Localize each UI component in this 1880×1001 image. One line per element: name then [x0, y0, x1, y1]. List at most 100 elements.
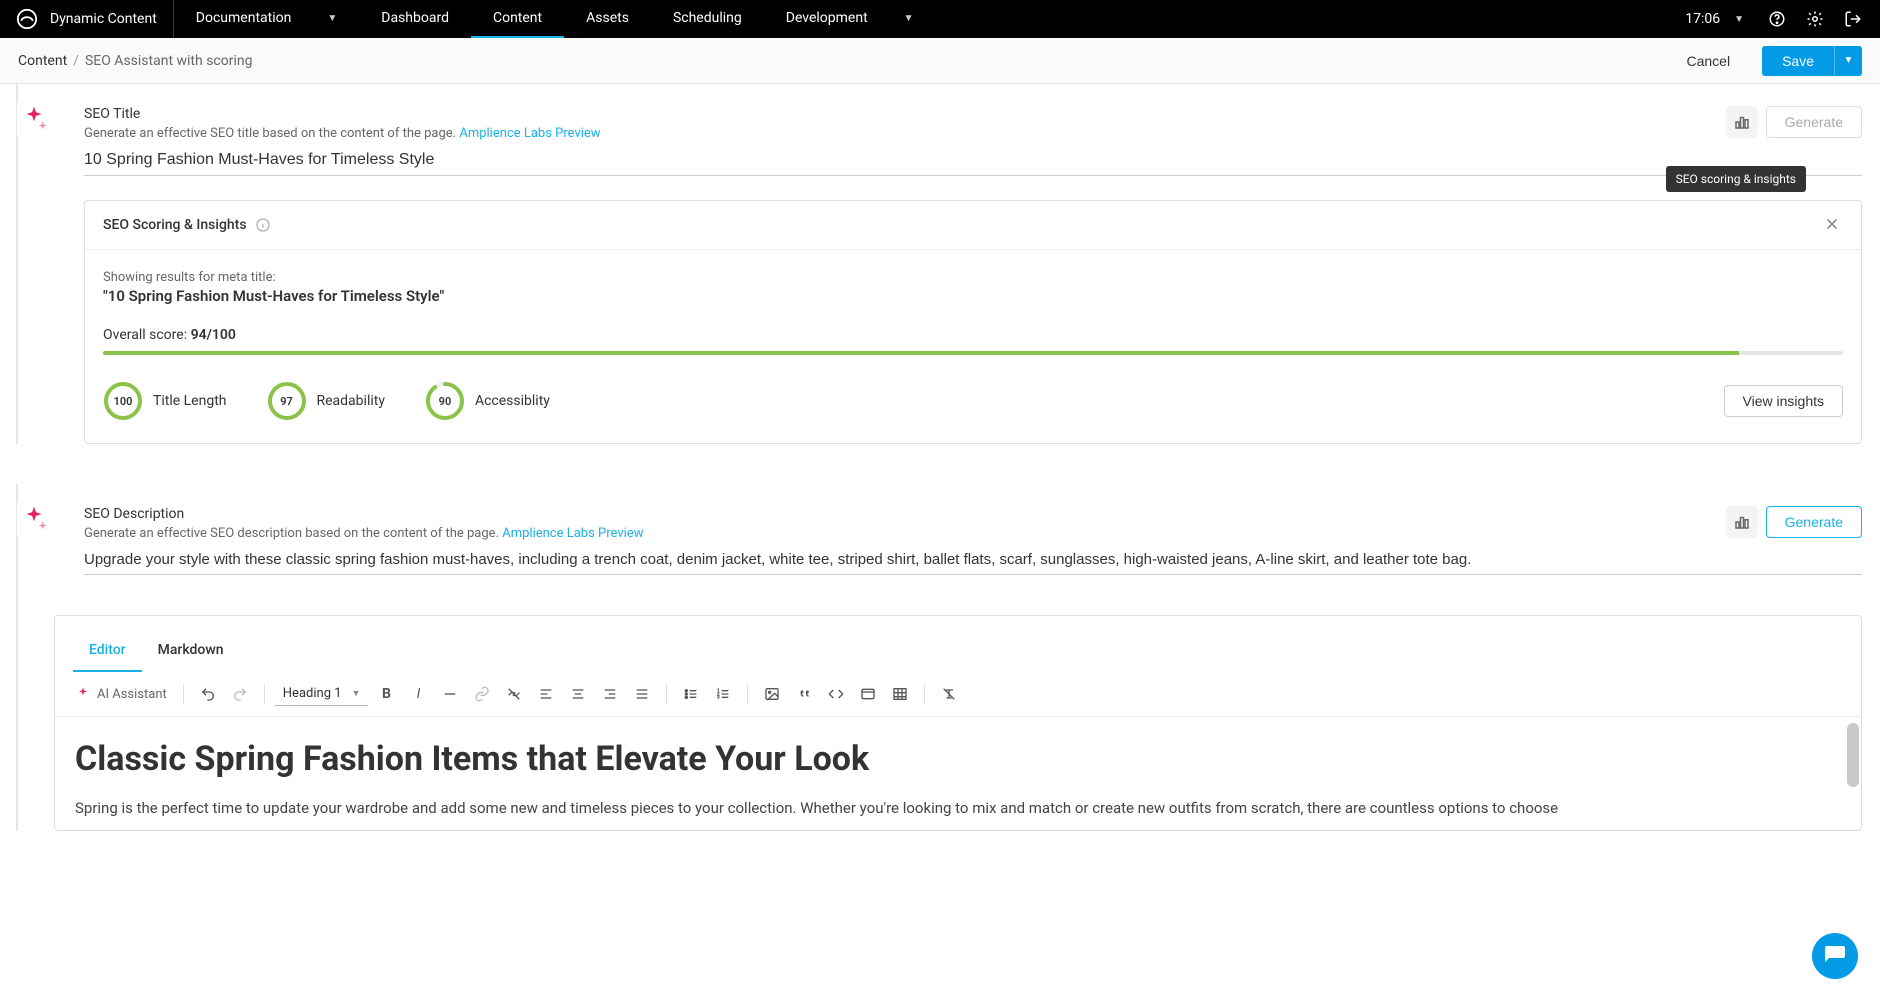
heading-select[interactable]: Heading 1 ▼ [275, 682, 369, 706]
results-for-label: Showing results for meta title: [103, 270, 1843, 285]
editor-panel: Editor Markdown AI Assistant Heading 1 ▼ [54, 615, 1862, 831]
breadcrumb-bar: Content / SEO Assistant with scoring Can… [0, 38, 1880, 84]
metric: 100Title Length [103, 381, 227, 421]
chevron-down-icon: ▼ [904, 13, 914, 24]
gear-icon[interactable] [1806, 10, 1824, 28]
editor-tabs: Editor Markdown [55, 616, 1861, 672]
link-icon[interactable] [468, 680, 496, 708]
align-left-icon[interactable] [532, 680, 560, 708]
nav-documentation[interactable]: Documentation ▼ [174, 0, 359, 38]
unlink-icon[interactable] [500, 680, 528, 708]
bold-icon[interactable]: B [372, 680, 400, 708]
hr-icon[interactable] [436, 680, 464, 708]
cancel-button[interactable]: Cancel [1668, 45, 1748, 77]
generate-title-button[interactable]: Generate [1766, 106, 1862, 138]
help-icon[interactable] [1768, 10, 1786, 28]
brand-label: Dynamic Content [50, 11, 157, 27]
breadcrumb-root[interactable]: Content [18, 53, 67, 69]
nav-dashboard[interactable]: Dashboard [359, 0, 471, 38]
italic-icon[interactable]: I [404, 680, 432, 708]
redo-icon[interactable] [226, 680, 254, 708]
metric: 90 Accessiblity [425, 381, 550, 421]
seo-title-label: SEO Title [84, 106, 1726, 122]
brand: Dynamic Content [0, 0, 174, 38]
save-button[interactable]: Save [1762, 46, 1834, 76]
image-icon[interactable] [758, 680, 786, 708]
insights-panel: SEO Scoring & Insights Showing results f… [84, 200, 1862, 444]
content-paragraph: Spring is the perfect time to update you… [75, 797, 1841, 820]
donut-gauge: 97 [267, 381, 307, 421]
align-justify-icon[interactable] [628, 680, 656, 708]
quote-icon[interactable] [790, 680, 818, 708]
seo-desc-subtitle: Generate an effective SEO description ba… [84, 526, 1726, 541]
nav-dashboard-label: Dashboard [381, 10, 449, 26]
top-nav: Dynamic Content Documentation ▼ Dashboar… [0, 0, 1880, 38]
metrics-row: 100Title Length 97 Readability 90 Accessibli… [103, 381, 1843, 421]
editor-toolbar: AI Assistant Heading 1 ▼ B I [55, 672, 1861, 717]
svg-text:3: 3 [717, 695, 720, 701]
nav-assets[interactable]: Assets [564, 0, 651, 38]
metric-label: Accessiblity [475, 393, 550, 409]
tab-editor[interactable]: Editor [73, 634, 142, 672]
align-center-icon[interactable] [564, 680, 592, 708]
seo-description-block: SEO Description Generate an effective SE… [34, 506, 1862, 575]
nav-content[interactable]: Content [471, 0, 564, 38]
nav-scheduling-label: Scheduling [673, 10, 742, 26]
undo-icon[interactable] [194, 680, 222, 708]
clear-format-icon[interactable] [935, 680, 963, 708]
seo-title-input[interactable] [84, 141, 1862, 176]
tab-markdown[interactable]: Markdown [142, 634, 240, 672]
insights-icon-button[interactable] [1726, 106, 1758, 138]
metric-score: 97 [267, 381, 307, 421]
donut-gauge: 90 [425, 381, 465, 421]
preview-link[interactable]: Amplience Labs Preview [502, 526, 643, 541]
nav-assets-label: Assets [586, 10, 629, 26]
seo-desc-input[interactable] [84, 541, 1862, 575]
table-icon[interactable] [886, 680, 914, 708]
nav-development[interactable]: Development ▼ [764, 0, 936, 38]
metric-label: Readability [317, 393, 385, 409]
bullet-list-icon[interactable] [677, 680, 705, 708]
save-button-group: Save ▼ [1762, 46, 1862, 76]
codeblock-icon[interactable] [854, 680, 882, 708]
save-caret-button[interactable]: ▼ [1834, 46, 1862, 76]
breadcrumb-sep: / [73, 53, 79, 69]
metric-score: 90 [425, 381, 465, 421]
overall-score: Overall score: 94/100 [103, 327, 1843, 343]
ai-assistant-button[interactable]: AI Assistant [69, 682, 173, 706]
insights-icon-button[interactable] [1726, 506, 1758, 538]
chat-fab[interactable] [1812, 933, 1858, 979]
seo-title-subtitle: Generate an effective SEO title based on… [84, 126, 1726, 141]
nav-right: 17:06 ▼ [1685, 0, 1880, 38]
chevron-down-icon: ▼ [1734, 14, 1744, 25]
nav-scheduling[interactable]: Scheduling [651, 0, 764, 38]
generate-desc-button[interactable]: Generate [1766, 506, 1862, 538]
tooltip-seo-insights: SEO scoring & insights [1666, 166, 1806, 192]
chevron-down-icon: ▼ [352, 688, 361, 699]
time-label: 17:06 [1685, 11, 1720, 27]
editor-content[interactable]: Classic Spring Fashion Items that Elevat… [55, 717, 1861, 830]
code-icon[interactable] [822, 680, 850, 708]
metric: 97 Readability [267, 381, 385, 421]
preview-link[interactable]: Amplience Labs Preview [459, 126, 600, 141]
insights-title: SEO Scoring & Insights [103, 217, 247, 233]
nav-documentation-label: Documentation [196, 10, 292, 26]
chevron-down-icon: ▼ [327, 13, 337, 24]
close-icon[interactable] [1823, 215, 1843, 235]
info-icon[interactable] [255, 217, 271, 233]
content-heading: Classic Spring Fashion Items that Elevat… [75, 739, 1841, 779]
metric-score: 100 [103, 381, 143, 421]
nav-content-label: Content [493, 10, 542, 26]
scrollbar[interactable] [1847, 723, 1859, 787]
number-list-icon[interactable]: 123 [709, 680, 737, 708]
brand-logo-icon [16, 8, 38, 30]
align-right-icon[interactable] [596, 680, 624, 708]
donut-gauge: 100 [103, 381, 143, 421]
breadcrumb-current: SEO Assistant with scoring [85, 53, 253, 69]
view-insights-button[interactable]: View insights [1724, 385, 1843, 417]
time-display[interactable]: 17:06 ▼ [1685, 11, 1744, 27]
logout-icon[interactable] [1844, 10, 1862, 28]
seo-title-block: SEO Title Generate an effective SEO titl… [34, 106, 1862, 444]
overall-progress [103, 351, 1843, 355]
results-meta-title: "10 Spring Fashion Must-Haves for Timele… [103, 287, 1843, 305]
